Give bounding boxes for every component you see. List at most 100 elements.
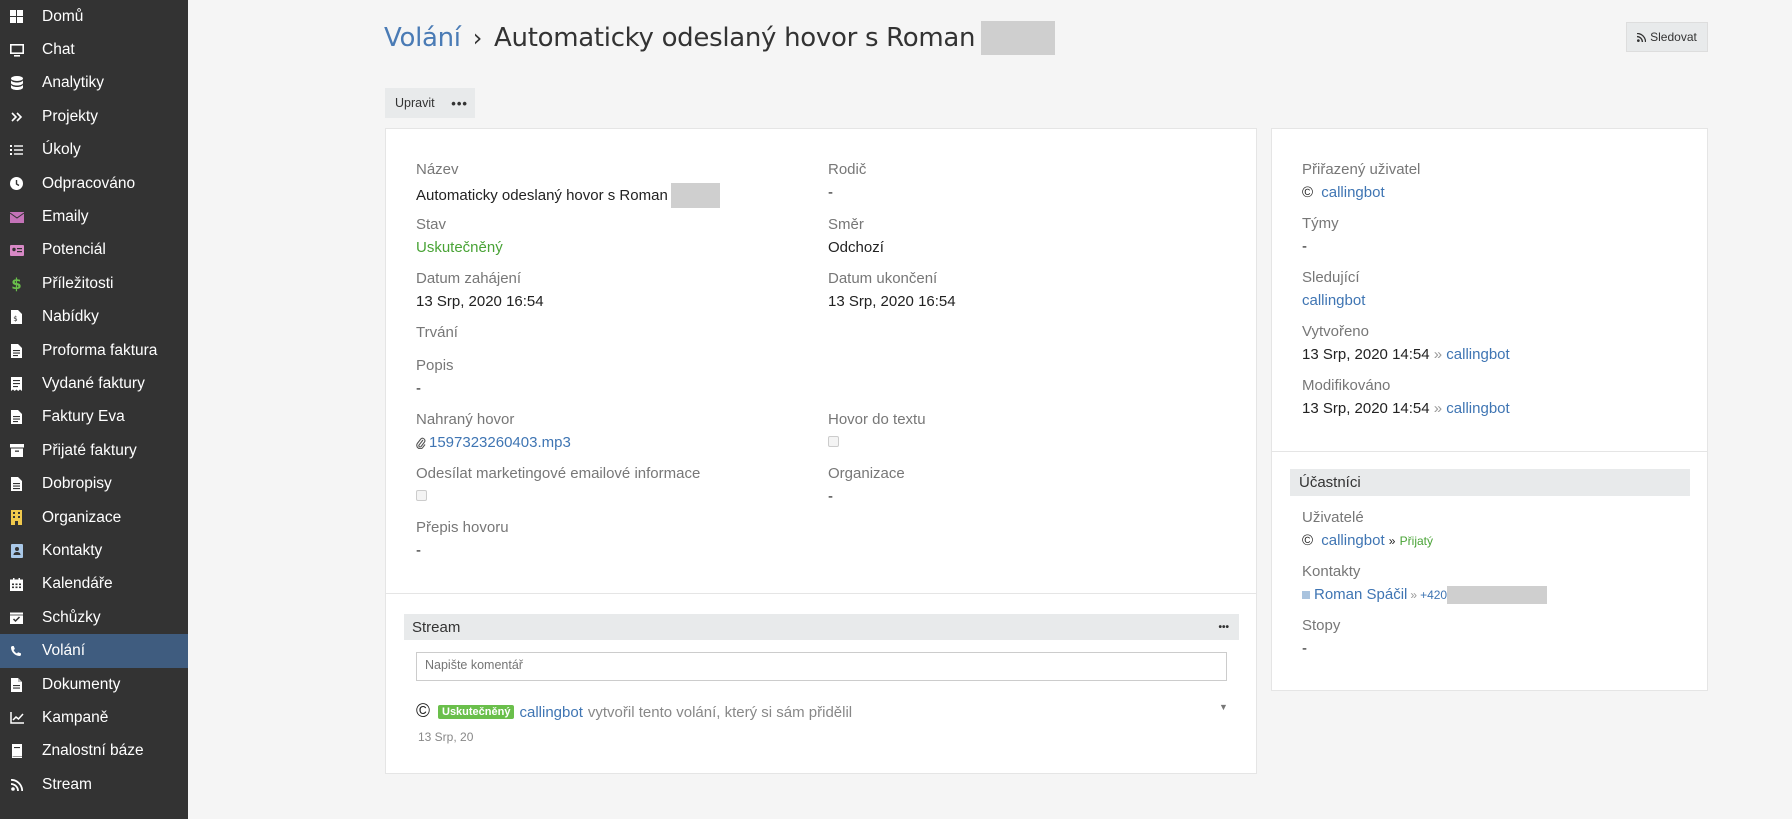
duration-label: Trvání <box>416 324 458 341</box>
field-direction: Směr Odchozí <box>828 215 884 258</box>
field-start-date: Datum zahájení 13 Srp, 2020 16:54 <box>416 269 544 312</box>
sidebar-item-8[interactable]: $ Příležitosti <box>0 267 188 300</box>
arrow-separator: » <box>1433 346 1443 363</box>
recording-file-link[interactable]: 1597323260403.mp3 <box>429 433 571 453</box>
more-actions-button[interactable]: ••• <box>445 88 475 118</box>
arrow-separator: » <box>1388 534 1396 548</box>
sidebar-item-11[interactable]: Vydané faktury <box>0 367 188 400</box>
field-marketing: Odesílat marketingové emailové informace <box>416 464 700 505</box>
comment-input[interactable] <box>416 652 1227 681</box>
sidebar-item-23[interactable]: Stream <box>0 768 188 801</box>
contact-link[interactable]: Roman Spáčil <box>1314 585 1407 605</box>
acceptance-status: Přijatý <box>1399 534 1433 548</box>
field-parent: Rodič - <box>828 160 866 203</box>
sidebar-item-label: Vydané faktury <box>42 374 145 392</box>
sidebar-item-1[interactable]: Chat <box>0 33 188 66</box>
sidebar-item-3[interactable]: Projekty <box>0 100 188 133</box>
sidebar-item-label: Kalendáře <box>42 575 113 593</box>
paperclip-icon <box>416 437 426 449</box>
edit-button[interactable]: Upravit <box>385 88 445 118</box>
sidebar-item-label: Příležitosti <box>42 274 114 292</box>
field-leads: Stopy - <box>1302 616 1340 659</box>
avatar-icon: © <box>1302 532 1314 549</box>
credit-note-icon <box>8 476 25 493</box>
field-modified: Modifikováno 13 Srp, 2020 14:54 » callin… <box>1302 376 1510 419</box>
field-recording: Nahraný hovor 1597323260403.mp3 <box>416 410 571 453</box>
invoice-document-icon <box>8 409 25 426</box>
sidebar-item-0[interactable]: Domů <box>0 0 188 33</box>
followers-value[interactable]: callingbot <box>1302 291 1365 311</box>
parent-value: - <box>828 184 833 201</box>
sidebar-item-label: Analytiky <box>42 74 105 92</box>
building-icon <box>8 509 25 526</box>
sidebar-item-label: Nabídky <box>42 308 99 326</box>
sidebar-item-16[interactable]: Kontakty <box>0 534 188 567</box>
sidebar-item-10[interactable]: Proforma faktura <box>0 334 188 367</box>
sidebar-item-label: Emaily <box>42 208 89 226</box>
teams-value: - <box>1302 238 1307 255</box>
sidebar-item-17[interactable]: Kalendáře <box>0 568 188 601</box>
field-transcribe: Hovor do textu <box>828 410 926 451</box>
database-icon <box>8 75 25 92</box>
action-buttons: Upravit ••• <box>385 88 475 118</box>
breadcrumb-separator: › <box>472 24 483 52</box>
sidebar-item-21[interactable]: Kampaně <box>0 701 188 734</box>
sidebar-item-5[interactable]: Odpracováno <box>0 167 188 200</box>
breadcrumb-calls-link[interactable]: Volání <box>384 18 461 58</box>
leads-label: Stopy <box>1302 617 1341 634</box>
modified-by-link[interactable]: callingbot <box>1446 400 1509 417</box>
name-label: Název <box>416 161 459 178</box>
sidebar-menu: Domů Chat Analytiky Projekty Úkoly Odpracován… <box>0 0 188 801</box>
sidebar-item-22[interactable]: Znalostní báze <box>0 735 188 768</box>
stream-title: Stream <box>412 618 461 636</box>
teams-label: Týmy <box>1302 215 1339 232</box>
double-chevron-right-icon <box>8 108 25 125</box>
created-by-link[interactable]: callingbot <box>1446 346 1509 363</box>
organization-value: - <box>828 488 833 505</box>
start-date-label: Datum zahájení <box>416 270 522 287</box>
sidebar-item-label: Projekty <box>42 107 98 125</box>
sidebar-item-15[interactable]: Organizace <box>0 501 188 534</box>
contact-phone-link[interactable]: +420 <box>1420 585 1447 605</box>
transcribe-checkbox[interactable] <box>828 436 839 447</box>
sidebar-item-12[interactable]: Faktury Eva <box>0 401 188 434</box>
description-label: Popis <box>416 357 454 374</box>
field-transcript: Přepis hovoru - <box>416 518 509 561</box>
name-value: Automaticky odeslaný hovor s Roman <box>416 183 720 208</box>
book-icon <box>8 743 25 760</box>
transcript-value: - <box>416 542 421 559</box>
sidebar-item-2[interactable]: Analytiky <box>0 67 188 100</box>
stream-user-link[interactable]: callingbot <box>519 704 582 721</box>
modified-date: 13 Srp, 2020 14:54 <box>1302 400 1430 417</box>
transcribe-label: Hovor do textu <box>828 411 926 428</box>
stream-entry-text: vytvořil tento volání, který si sám přid… <box>587 703 853 721</box>
sidebar-item-9[interactable]: $ Nabídky <box>0 301 188 334</box>
marketing-checkbox[interactable] <box>416 490 427 501</box>
clock-icon <box>8 175 25 192</box>
sidebar-item-6[interactable]: Emaily <box>0 200 188 233</box>
modified-value: 13 Srp, 2020 14:54 » callingbot <box>1302 399 1510 419</box>
sidebar-item-13[interactable]: Přijaté faktury <box>0 434 188 467</box>
id-card-icon <box>8 242 25 259</box>
chevron-down-icon[interactable]: ▼ <box>1219 702 1228 712</box>
sidebar-item-20[interactable]: Dokumenty <box>0 668 188 701</box>
stream-menu-button[interactable]: ••• <box>1218 622 1229 633</box>
stream-entry-date: 13 Srp, 20 <box>418 730 474 744</box>
status-badge: Uskutečněný <box>438 705 515 719</box>
line-chart-icon <box>8 709 25 726</box>
sidebar-item-14[interactable]: Dobropisy <box>0 467 188 500</box>
participant-user-link[interactable]: callingbot <box>1321 532 1384 549</box>
sidebar-item-7[interactable]: Potenciál <box>0 234 188 267</box>
page-header: Volání › Automaticky odeslaný hovor s Ro… <box>384 18 1692 62</box>
sidebar-item-18[interactable]: Schůzky <box>0 601 188 634</box>
followers-label: Sledující <box>1302 269 1360 286</box>
assigned-user-link[interactable]: callingbot <box>1321 184 1384 201</box>
users-label: Uživatelé <box>1302 509 1364 526</box>
follow-button[interactable]: Sledovat <box>1626 22 1708 52</box>
sidebar-item-label: Domů <box>42 7 84 25</box>
field-organization: Organizace - <box>828 464 905 507</box>
sidebar: Domů Chat Analytiky Projekty Úkoly Odpracován… <box>0 0 188 819</box>
sidebar-item-label: Faktury Eva <box>42 408 125 426</box>
sidebar-item-4[interactable]: Úkoly <box>0 134 188 167</box>
sidebar-item-19[interactable]: Volání <box>0 634 188 668</box>
